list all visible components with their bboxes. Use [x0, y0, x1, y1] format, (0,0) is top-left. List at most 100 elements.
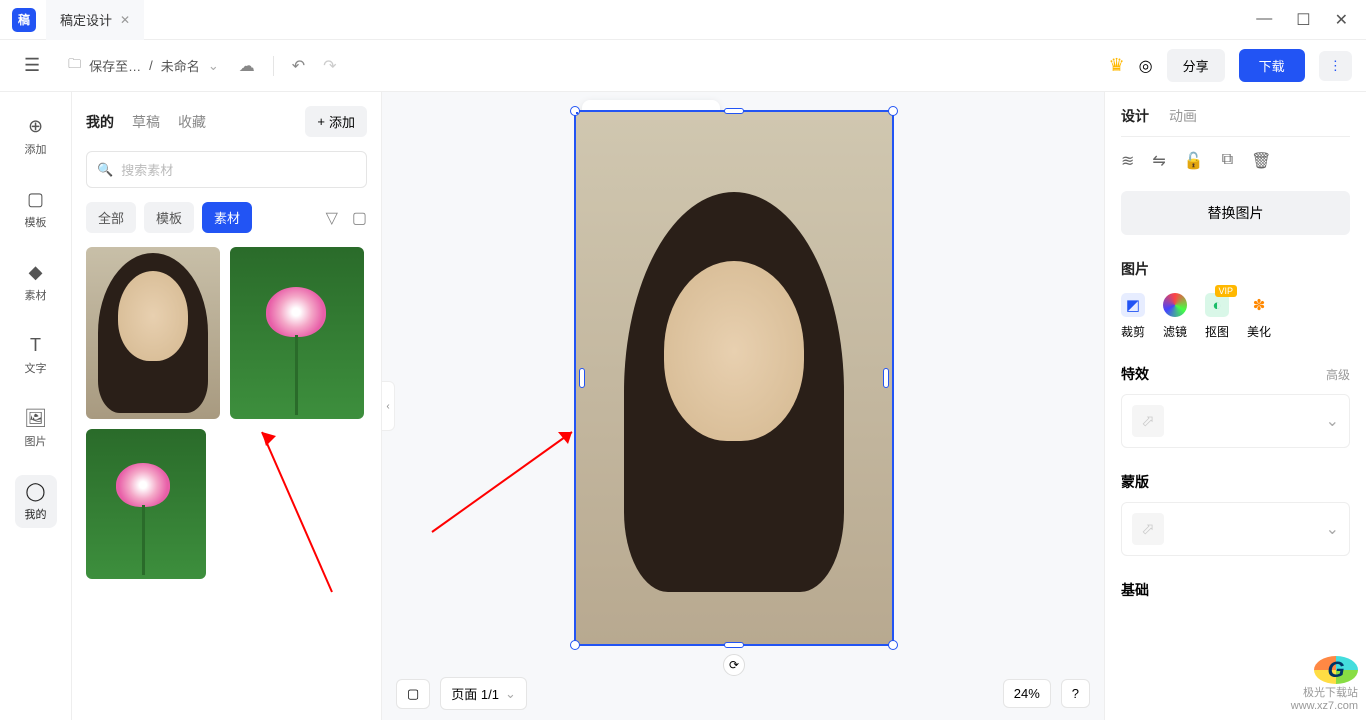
- plus-circle-icon: ⊕: [28, 116, 43, 137]
- resize-handle-e[interactable]: [883, 368, 889, 388]
- rotate-handle[interactable]: ⟳: [723, 654, 745, 676]
- filter-all[interactable]: 全部: [86, 202, 136, 233]
- resize-handle-se[interactable]: [888, 640, 898, 650]
- filter-icon[interactable]: ▽: [326, 208, 338, 228]
- watermark-url: www.xz7.com: [1291, 700, 1358, 712]
- filter-template[interactable]: 模板: [144, 202, 194, 233]
- search-placeholder: 搜索素材: [121, 160, 173, 179]
- download-button[interactable]: 下载: [1239, 49, 1305, 82]
- selected-image[interactable]: ⟳: [574, 110, 894, 646]
- image-tools: ◩裁剪 滤镜 VIP◐抠图 ✽ 美化: [1121, 293, 1350, 340]
- right-panel-tabs: 设计 动画: [1121, 106, 1350, 137]
- fx-selector[interactable]: ⬀ ⌄: [1121, 394, 1350, 448]
- main: ⊕添加 ▢模板 ◆素材 T文字 🖼图片 ◯我的 我的 草稿 收藏 +添加 🔍 搜…: [0, 92, 1366, 720]
- text-icon: T: [30, 335, 41, 356]
- nav-item-image[interactable]: 🖼图片: [14, 402, 57, 455]
- filter-icon: [1163, 293, 1187, 317]
- grid-icon[interactable]: ▢: [352, 208, 367, 228]
- lock-icon[interactable]: 🔓: [1184, 151, 1204, 171]
- right-panel: 设计 动画 ≋ ⇋ 🔓 ⧉ 🗑 替换图片 图片 ◩裁剪 滤镜 VIP◐抠图 ✽美…: [1104, 92, 1366, 720]
- document-tab[interactable]: 稿定设计 ✕: [46, 0, 144, 40]
- tab-favorites[interactable]: 收藏: [178, 112, 206, 132]
- save-label: 保存至…: [89, 56, 141, 75]
- share-button[interactable]: 分享: [1167, 49, 1225, 82]
- search-input[interactable]: 🔍 搜索素材: [86, 151, 367, 188]
- maximize-icon[interactable]: ☐: [1296, 10, 1310, 30]
- nav-item-add[interactable]: ⊕ 添加: [15, 110, 57, 163]
- tab-animation[interactable]: 动画: [1169, 106, 1197, 126]
- section-fx: 特效 高级: [1121, 364, 1350, 384]
- plus-icon: +: [317, 114, 325, 129]
- asset-thumbnails: [86, 247, 367, 579]
- copy-icon[interactable]: ⧉: [1222, 151, 1233, 171]
- nav-label: 我的: [25, 506, 47, 522]
- window-controls: — ☐ ✕: [1256, 10, 1366, 30]
- tab-title: 稿定设计: [60, 10, 112, 29]
- resize-handle-s[interactable]: [724, 642, 744, 648]
- chevron-down-icon[interactable]: ⌄: [208, 58, 219, 74]
- tool-crop[interactable]: ◩裁剪: [1121, 293, 1145, 340]
- image-icon: 🖼: [24, 408, 47, 429]
- beautify-icon: ✽: [1247, 293, 1271, 317]
- minimize-icon[interactable]: —: [1256, 10, 1272, 30]
- page-indicator[interactable]: 页面 1/1 ⌄: [440, 677, 527, 710]
- nav-label: 文字: [25, 360, 47, 376]
- crown-icon[interactable]: ♛: [1109, 55, 1125, 76]
- zoom-level[interactable]: 24%: [1003, 679, 1051, 708]
- tool-cutout[interactable]: VIP◐抠图: [1205, 293, 1229, 340]
- resize-handle-nw[interactable]: [570, 106, 580, 116]
- asset-thumb-lotus-2[interactable]: [86, 429, 206, 579]
- chevron-down-icon: ⌄: [1326, 519, 1339, 539]
- layers-icon[interactable]: ≋: [1121, 151, 1134, 171]
- help-button[interactable]: ?: [1061, 679, 1090, 708]
- page-view-button[interactable]: ▢: [396, 679, 430, 709]
- menu-icon[interactable]: ☰: [14, 49, 50, 82]
- nav-item-mine[interactable]: ◯ 我的: [15, 475, 57, 528]
- tab-mine[interactable]: 我的: [86, 112, 114, 132]
- trash-icon[interactable]: 🗑: [1251, 151, 1271, 171]
- replace-image-button[interactable]: 替换图片: [1121, 191, 1350, 235]
- redo-icon[interactable]: ↷: [319, 52, 340, 80]
- record-icon[interactable]: ◎: [1139, 56, 1153, 76]
- collapse-panel-button[interactable]: ‹: [381, 381, 395, 431]
- close-tab-icon[interactable]: ✕: [120, 13, 130, 27]
- material-icon: ◆: [29, 262, 43, 283]
- more-button[interactable]: ⋮: [1319, 51, 1352, 81]
- tool-label: 滤镜: [1163, 323, 1187, 340]
- undo-icon[interactable]: ↶: [288, 52, 309, 80]
- cloud-sync-icon[interactable]: ☁: [235, 52, 259, 80]
- tool-filter[interactable]: 滤镜: [1163, 293, 1187, 340]
- filename: 未命名: [161, 56, 200, 75]
- resize-handle-n[interactable]: [724, 108, 744, 114]
- layer-actions: ≋ ⇋ 🔓 ⧉ 🗑: [1121, 151, 1350, 171]
- tab-design[interactable]: 设计: [1121, 106, 1149, 126]
- fx-advanced-link[interactable]: 高级: [1326, 366, 1350, 383]
- asset-thumb-lotus-1[interactable]: [230, 247, 364, 419]
- filter-material[interactable]: 素材: [202, 202, 252, 233]
- flip-icon[interactable]: ⇋: [1152, 151, 1165, 171]
- nav-item-text[interactable]: T 文字: [15, 329, 57, 382]
- resize-handle-sw[interactable]: [570, 640, 580, 650]
- nav-item-template[interactable]: ▢模板: [15, 183, 57, 236]
- add-asset-button[interactable]: +添加: [305, 106, 367, 137]
- fx-title: 特效: [1121, 364, 1149, 384]
- mask-selector[interactable]: ⬀ ⌄: [1121, 502, 1350, 556]
- nav-column: ⊕ 添加 ▢模板 ◆素材 T 文字 🖼图片 ◯ 我的: [0, 92, 72, 720]
- close-window-icon[interactable]: ✕: [1335, 10, 1348, 30]
- watermark-logo: G: [1314, 656, 1358, 684]
- resize-handle-w[interactable]: [579, 368, 585, 388]
- save-path[interactable]: 🗀 保存至… / 未命名 ⌄: [68, 55, 219, 77]
- app-logo: 稿: [12, 8, 36, 32]
- tool-beautify[interactable]: ✽ 美化: [1247, 293, 1271, 340]
- nav-label: 添加: [25, 141, 47, 157]
- tab-drafts[interactable]: 草稿: [132, 112, 160, 132]
- canvas-area[interactable]: ‹ ⧉ 🗑 ⋯ ⟳ ▢ 页面 1/1 ⌄: [382, 92, 1104, 720]
- asset-thumb-portrait[interactable]: [86, 247, 220, 419]
- resize-handle-ne[interactable]: [888, 106, 898, 116]
- tool-label: 美化: [1247, 323, 1271, 340]
- nav-item-material[interactable]: ◆素材: [15, 256, 57, 309]
- asset-panel: 我的 草稿 收藏 +添加 🔍 搜索素材 全部 模板 素材 ▽ ▢: [72, 92, 382, 720]
- tool-label: 抠图: [1205, 323, 1229, 340]
- mask-none-icon: ⬀: [1132, 513, 1164, 545]
- user-icon: ◯: [25, 481, 45, 502]
